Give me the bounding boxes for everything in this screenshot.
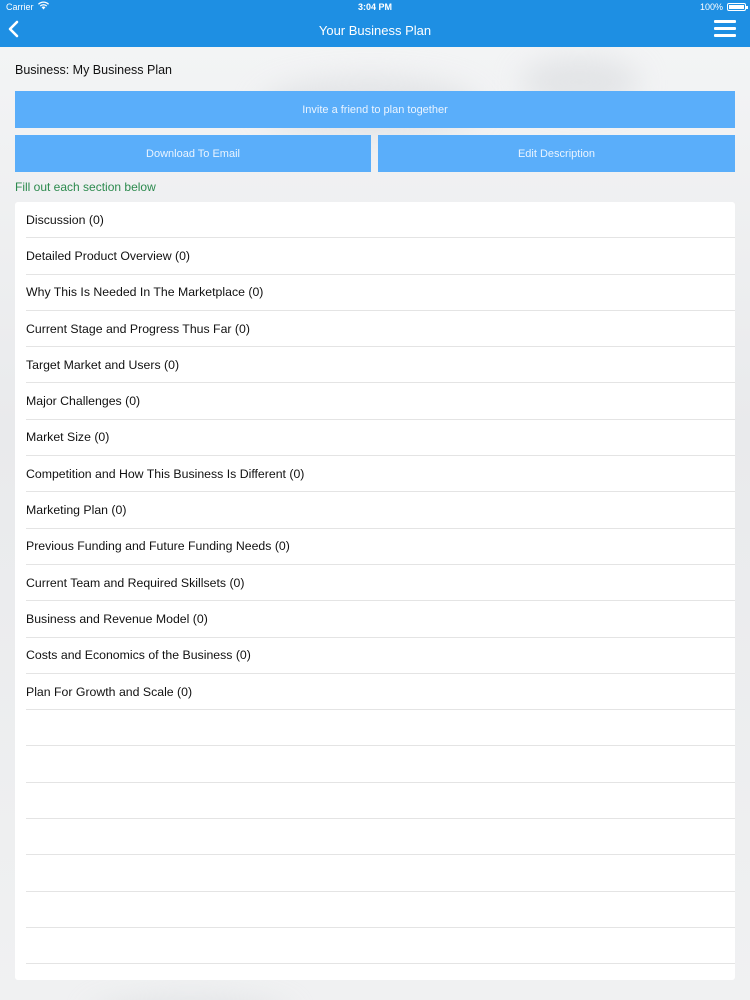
list-item[interactable]: Major Challenges (0) — [26, 383, 735, 420]
empty-row — [26, 892, 735, 928]
instruction-text: Fill out each section below — [15, 180, 156, 194]
list-item[interactable]: Current Stage and Progress Thus Far (0) — [26, 311, 735, 348]
list-item[interactable]: Plan For Growth and Scale (0) — [26, 674, 735, 711]
list-item[interactable]: Why This Is Needed In The Marketplace (0… — [26, 275, 735, 311]
empty-row — [26, 783, 735, 820]
list-item[interactable]: Detailed Product Overview (0) — [26, 238, 735, 275]
list-item[interactable]: Marketing Plan (0) — [26, 492, 735, 529]
list-item[interactable]: Discussion (0) — [26, 202, 735, 239]
list-item[interactable]: Previous Funding and Future Funding Need… — [26, 529, 735, 565]
status-time: 3:04 PM — [357, 2, 392, 12]
empty-row — [26, 928, 735, 965]
list-item[interactable]: Competition and How This Business Is Dif… — [26, 456, 735, 493]
list-item[interactable]: Business and Revenue Model (0) — [26, 601, 735, 638]
list-item[interactable]: Current Team and Required Skillsets (0) — [26, 565, 735, 602]
list-item[interactable]: Costs and Economics of the Business (0) — [26, 638, 735, 674]
list-item[interactable]: Market Size (0) — [26, 420, 735, 457]
list-item[interactable]: Target Market and Users (0) — [26, 347, 735, 384]
hamburger-menu-icon — [714, 20, 736, 23]
empty-row — [26, 855, 735, 892]
empty-row — [26, 746, 735, 783]
section-list: Discussion (0) Detailed Product Overview… — [15, 202, 735, 1000]
page-title: Your Business Plan — [318, 23, 432, 38]
menu-button[interactable] — [714, 20, 736, 40]
invite-friend-button[interactable]: Invite a friend to plan together — [15, 91, 735, 128]
status-bar: Carrier 3:04 PM 100% — [0, 0, 750, 14]
business-name-label: Business: My Business Plan — [15, 63, 173, 77]
navigation-bar: Carrier 3:04 PM 100% Your Business Plan — [0, 0, 750, 47]
empty-row — [26, 710, 735, 747]
edit-description-button[interactable]: Edit Description — [378, 135, 735, 172]
battery-percent: 100% — [699, 2, 723, 12]
download-to-email-button[interactable]: Download To Email — [15, 135, 371, 172]
empty-row — [26, 964, 735, 1000]
empty-row — [26, 819, 735, 856]
battery-icon — [727, 3, 748, 11]
